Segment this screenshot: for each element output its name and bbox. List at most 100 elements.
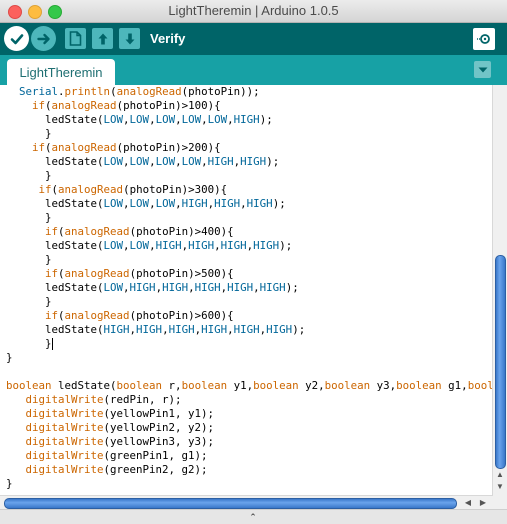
code-token: ledState( xyxy=(6,113,104,126)
code-token: LOW xyxy=(103,155,124,168)
scroll-down-arrow-icon[interactable]: ▼ xyxy=(493,481,507,493)
code-token: } xyxy=(6,211,52,224)
code-token: if xyxy=(45,225,59,238)
code-token: HIGH xyxy=(155,239,182,252)
code-line: } xyxy=(6,253,52,267)
open-sketch-button[interactable] xyxy=(92,28,113,49)
code-token: } xyxy=(6,127,52,140)
code-token: analogRead xyxy=(58,183,124,196)
collapse-console-icon[interactable]: ⌃ xyxy=(246,511,260,523)
horizontal-scrollbar[interactable]: ◀ ▶ xyxy=(0,495,493,510)
tab-menu-button[interactable] xyxy=(474,61,491,78)
tab-lighttheremin[interactable]: LightTheremin xyxy=(7,59,115,85)
code-line: boolean ledState(boolean r,boolean y1,bo… xyxy=(6,379,493,393)
save-sketch-button[interactable] xyxy=(119,28,140,49)
code-token: HIGH xyxy=(227,281,254,294)
code-token: (photoPin)>600){ xyxy=(129,309,234,322)
code-token: boolean xyxy=(116,379,163,392)
code-line: } xyxy=(6,295,52,309)
code-token: digitalWrite xyxy=(25,393,104,406)
code-token: if xyxy=(45,267,59,280)
open-icon xyxy=(98,33,107,44)
code-line: } xyxy=(6,337,53,351)
scroll-right-arrow-icon[interactable]: ▶ xyxy=(477,496,489,510)
text-cursor xyxy=(51,338,53,350)
code-line: if(analogRead(photoPin)>600){ xyxy=(6,309,234,323)
code-token: analogRead xyxy=(51,99,117,112)
scroll-up-arrow-icon[interactable]: ▲ xyxy=(493,469,507,481)
horizontal-scroll-thumb[interactable] xyxy=(4,498,457,509)
code-token: (redPin, r); xyxy=(103,393,182,406)
code-token: LOW xyxy=(129,155,150,168)
code-editor[interactable]: Serial.println(analogRead(photoPin)); if… xyxy=(0,85,493,495)
code-line: } xyxy=(6,351,13,365)
code-token: LOW xyxy=(129,113,150,126)
code-token: if xyxy=(32,99,46,112)
verify-icon xyxy=(10,33,23,44)
code-line: ledState(LOW,LOW,HIGH,HIGH,HIGH,HIGH); xyxy=(6,239,292,253)
code-token: r, xyxy=(162,379,182,392)
code-token: analogRead xyxy=(64,309,130,322)
code-token: HIGH xyxy=(103,323,130,336)
serial-monitor-button[interactable] xyxy=(473,28,495,50)
code-token: digitalWrite xyxy=(25,449,104,462)
code-token: LOW xyxy=(155,155,176,168)
code-token: g1, xyxy=(441,379,468,392)
code-token: if xyxy=(32,141,46,154)
code-line: if(analogRead(photoPin)>500){ xyxy=(6,267,234,281)
code-line: digitalWrite(yellowPin1, y1); xyxy=(6,407,215,421)
vertical-scroll-thumb[interactable] xyxy=(495,255,506,469)
code-token: LOW xyxy=(103,239,124,252)
code-token: analogRead xyxy=(64,267,130,280)
code-token: ledState( xyxy=(6,155,104,168)
code-token: (photoPin)); xyxy=(181,85,260,98)
code-token: boolean xyxy=(181,379,228,392)
code-token: ledState( xyxy=(6,281,104,294)
code-token: (photoPin)>400){ xyxy=(129,225,234,238)
code-line: if(analogRead(photoPin)>100){ xyxy=(6,99,221,113)
code-token: LOW xyxy=(129,197,150,210)
code-token: ); xyxy=(292,323,306,336)
code-token: LOW xyxy=(129,239,150,252)
code-token: boolean xyxy=(324,379,371,392)
code-token: (photoPin)>300){ xyxy=(123,183,228,196)
save-icon xyxy=(125,33,134,44)
console-divider: ⌃ xyxy=(0,509,507,524)
code-token: ); xyxy=(285,281,299,294)
code-token: HIGH xyxy=(136,323,163,336)
code-token: HIGH xyxy=(253,239,280,252)
scroll-left-arrow-icon[interactable]: ◀ xyxy=(462,496,474,510)
code-token: } xyxy=(6,295,52,308)
code-line: digitalWrite(greenPin2, g2); xyxy=(6,463,208,477)
upload-button[interactable] xyxy=(31,26,56,51)
code-line: Serial.println(analogRead(photoPin)); xyxy=(6,85,260,99)
verify-button[interactable] xyxy=(4,26,29,51)
new-sketch-button[interactable] xyxy=(65,28,86,49)
code-token: } xyxy=(6,477,13,490)
code-token: analogRead xyxy=(51,141,117,154)
vertical-scrollbar[interactable]: ▲ ▼ xyxy=(492,85,507,495)
code-line: if(analogRead(photoPin)>400){ xyxy=(6,225,234,239)
code-line: ledState(LOW,LOW,LOW,HIGH,HIGH,HIGH); xyxy=(6,197,286,211)
chevron-down-icon xyxy=(478,67,487,72)
code-token: digitalWrite xyxy=(25,435,104,448)
code-line: } xyxy=(6,169,52,183)
code-token: HIGH xyxy=(181,197,208,210)
code-line: ledState(LOW,LOW,LOW,LOW,LOW,HIGH); xyxy=(6,113,273,127)
code-token: y3, xyxy=(370,379,397,392)
code-token: ); xyxy=(272,197,286,210)
code-token: (greenPin2, g2); xyxy=(103,463,208,476)
code-token: ledState( xyxy=(6,323,104,336)
upload-icon xyxy=(36,33,50,44)
code-token: (yellowPin2, y2); xyxy=(103,421,215,434)
code-token: ); xyxy=(259,113,273,126)
